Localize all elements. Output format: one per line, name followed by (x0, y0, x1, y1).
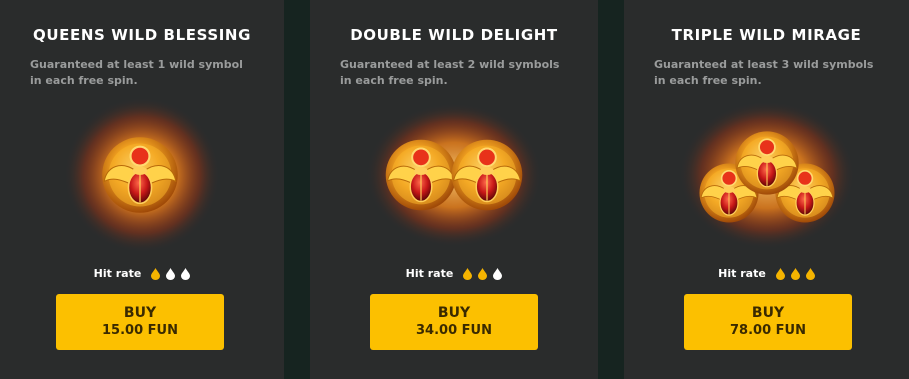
flame-drop-filled-icon (805, 267, 815, 280)
flame-drop-filled-icon (790, 267, 800, 280)
feature-card-queens-wild-blessing: QUEENS WILD BLESSING Guaranteed at least… (0, 0, 284, 379)
scarab-coin-icon (0, 95, 284, 255)
card-divider (598, 0, 624, 379)
feature-title: DOUBLE WILD DELIGHT (350, 26, 558, 44)
feature-title: QUEENS WILD BLESSING (33, 26, 251, 44)
flame-drop-filled-icon (463, 267, 473, 280)
feature-title: TRIPLE WILD MIRAGE (671, 26, 862, 44)
buy-label: BUY (123, 305, 157, 321)
hit-rate-indicator: Hit rate (0, 267, 284, 280)
buy-button[interactable]: BUY 34.00 FUN (370, 294, 538, 350)
flame-drop-filled-icon (151, 267, 161, 280)
feature-card-double-wild-delight: DOUBLE WILD DELIGHT Guaranteed at least … (310, 0, 598, 379)
hit-rate-label: Hit rate (718, 267, 766, 280)
buy-button[interactable]: BUY 15.00 FUN (56, 294, 224, 350)
buy-button[interactable]: BUY 78.00 FUN (684, 294, 852, 350)
buy-price: 34.00 FUN (416, 323, 492, 338)
flame-drop-filled-icon (775, 267, 785, 280)
flame-drop-filled-icon (478, 267, 488, 280)
flame-drop-empty-icon (181, 267, 191, 280)
buy-label: BUY (437, 305, 471, 321)
flame-drop-empty-icon (493, 267, 503, 280)
scarab-coin-icon (624, 95, 909, 255)
buy-price: 78.00 FUN (730, 323, 806, 338)
buy-feature-panel: QUEENS WILD BLESSING Guaranteed at least… (0, 0, 909, 379)
flame-drop-empty-icon (166, 267, 176, 280)
buy-label: BUY (751, 305, 785, 321)
hit-rate-indicator: Hit rate (310, 267, 598, 280)
card-divider (284, 0, 310, 379)
feature-description: Guaranteed at least 2 wild symbols in ea… (340, 58, 560, 87)
feature-description: Guaranteed at least 3 wild symbols in ea… (654, 58, 874, 87)
feature-description: Guaranteed at least 1 wild symbol in eac… (30, 58, 243, 87)
buy-price: 15.00 FUN (102, 323, 178, 338)
hit-rate-label: Hit rate (93, 267, 142, 280)
hit-rate-indicator: Hit rate (624, 267, 909, 280)
feature-card-triple-wild-mirage: TRIPLE WILD MIRAGE Guaranteed at least 3… (624, 0, 909, 379)
scarab-coin-icon (310, 95, 598, 255)
hit-rate-label: Hit rate (405, 267, 454, 280)
